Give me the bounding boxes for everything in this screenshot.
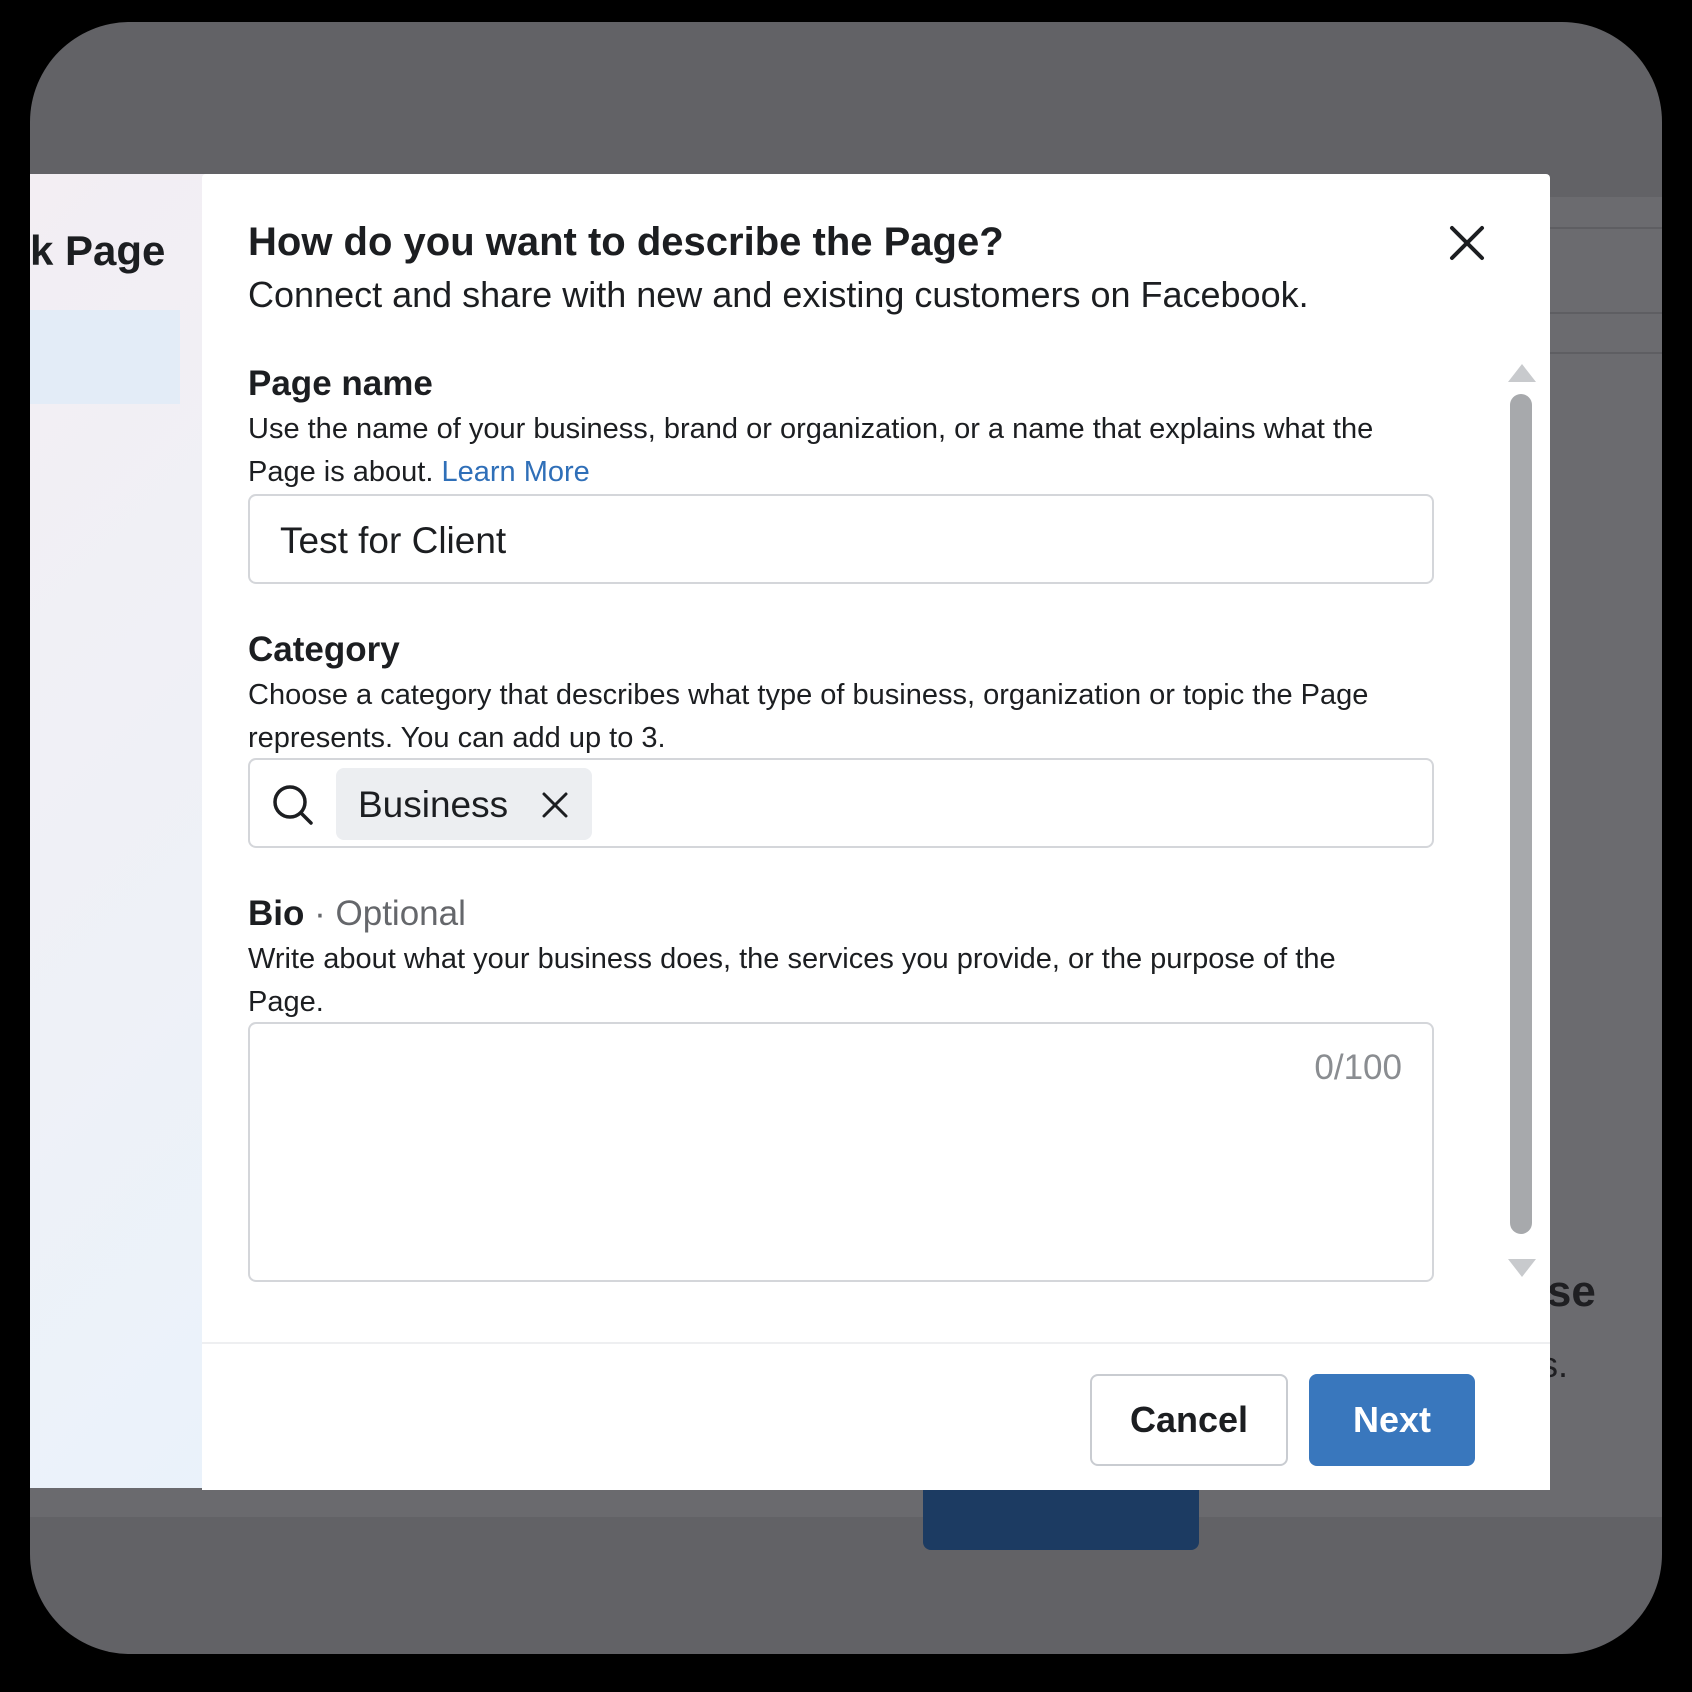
bio-character-counter: 0/100 [1314, 1048, 1402, 1087]
dialog-scrollbar[interactable] [1502, 364, 1542, 1294]
next-button[interactable]: Next [1309, 1374, 1475, 1466]
dialog-title: How do you want to describe the Page? [248, 220, 1004, 264]
scroll-down-arrow-icon[interactable] [1508, 1259, 1536, 1277]
category-chip-label: Business [358, 784, 509, 825]
dialog-footer: Cancel Next [202, 1342, 1550, 1490]
bio-textarea[interactable]: 0/100 [248, 1022, 1434, 1282]
category-help: Choose a category that describes what ty… [248, 679, 1369, 754]
cancel-button[interactable]: Cancel [1090, 1374, 1288, 1466]
scroll-up-arrow-icon[interactable] [1508, 364, 1536, 382]
page-name-value: Test for Client [280, 520, 507, 561]
search-icon [273, 785, 313, 825]
screen-frame: tise ds. k Page How do you want to descr… [30, 22, 1662, 1654]
bio-label: Bio · Optional [248, 894, 466, 933]
learn-more-link[interactable]: Learn More [441, 456, 589, 488]
bio-optional-tag: · Optional [314, 894, 466, 933]
page-name-help: Use the name of your business, brand or … [248, 413, 1374, 488]
dialog-subtitle: Connect and share with new and existing … [248, 274, 1309, 315]
category-label: Category [248, 630, 400, 669]
describe-page-dialog: How do you want to describe the Page? Co… [202, 174, 1550, 1490]
scrollbar-thumb[interactable] [1510, 394, 1532, 1234]
page-name-label: Page name [248, 364, 433, 403]
close-button[interactable] [1442, 218, 1492, 268]
background-left-card-title: k Page [30, 227, 166, 274]
bio-help: Write about what your business does, the… [248, 943, 1336, 1018]
page-name-input[interactable]: Test for Client [248, 494, 1434, 584]
close-icon [1450, 226, 1484, 260]
background-left-card-highlight [30, 310, 180, 404]
category-search-input[interactable]: Business [248, 758, 1434, 848]
close-icon[interactable] [540, 790, 570, 820]
category-chip: Business [336, 768, 592, 840]
dialog-scroll-area: Page name Use the name of your business,… [202, 364, 1550, 1492]
